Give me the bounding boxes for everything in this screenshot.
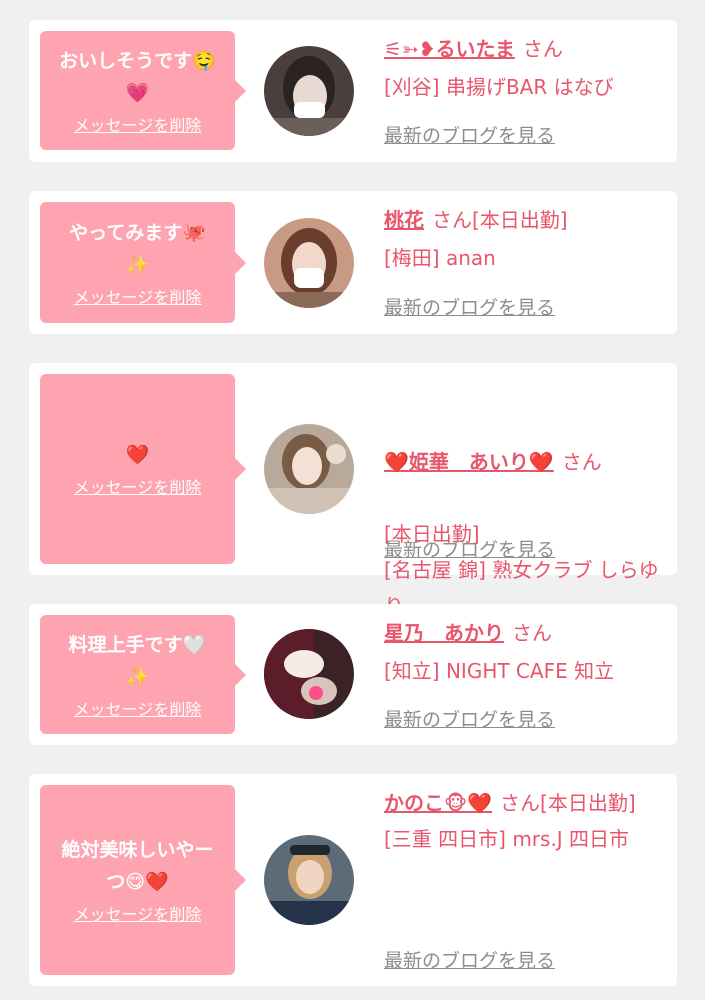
message-bubble: 料理上手です🤍 ✨ メッセージを削除: [40, 615, 246, 734]
sender-name-link[interactable]: かのこ🐵❤️: [384, 791, 492, 815]
message-text: やってみます🐙 ✨: [69, 221, 206, 276]
sender-name-line: ⚟➳❥るいたま さん: [384, 31, 669, 67]
message-text: 絶対美味しいやーつ😋❤️: [61, 839, 214, 893]
latest-blog-link[interactable]: 最新のブログを見る: [384, 535, 555, 562]
sender-name-line: 桃花 さん[本日出勤]: [384, 202, 669, 238]
store-info: [三重 四日市] mrs.J 四日市: [384, 827, 630, 851]
delete-message-link[interactable]: メッセージを削除: [74, 477, 202, 499]
delete-message-link[interactable]: メッセージを削除: [74, 699, 202, 721]
message-bubble: 絶対美味しいやーつ😋❤️ メッセージを削除: [40, 785, 246, 975]
sender-name-suffix: さん[本日出勤]: [500, 791, 636, 815]
avatar[interactable]: [264, 424, 354, 514]
sender-name-link[interactable]: 星乃 あかり: [384, 621, 504, 645]
message-card: 絶対美味しいやーつ😋❤️ メッセージを削除 かのこ🐵❤️ さん[本日出勤] [三重…: [29, 774, 677, 986]
latest-blog-link[interactable]: 最新のブログを見る: [384, 121, 555, 148]
message-bubble: ❤️ メッセージを削除: [40, 374, 246, 564]
sender-name-link[interactable]: ⚟➳❥るいたま: [384, 37, 515, 61]
sender-info: 桃花 さん[本日出勤] [梅田] anan: [384, 202, 669, 276]
store-info: [梅田] anan: [384, 246, 496, 270]
delete-message-link[interactable]: メッセージを削除: [74, 904, 202, 926]
sender-info: 星乃 あかり さん [知立] NIGHT CAFE 知立: [384, 615, 669, 689]
avatar[interactable]: [264, 46, 354, 136]
avatar[interactable]: [264, 629, 354, 719]
delete-message-link[interactable]: メッセージを削除: [74, 287, 202, 309]
message-card: ❤️ メッセージを削除 ❤️姫華 あいり❤️ さん [本日出勤] [名古屋 錦] …: [29, 363, 677, 618]
sender-info: ⚟➳❥るいたま さん [刈谷] 串揚げBAR はなび: [384, 31, 669, 105]
sender-name-link[interactable]: 桃花: [384, 208, 424, 232]
sender-name-line: かのこ🐵❤️ さん[本日出勤]: [384, 785, 669, 821]
sender-name-line: 星乃 あかり さん: [384, 615, 669, 651]
sender-info: かのこ🐵❤️ さん[本日出勤] [三重 四日市] mrs.J 四日市: [384, 785, 669, 857]
sender-name-suffix: さん[本日出勤]: [432, 208, 568, 232]
sender-name-suffix: さん: [522, 37, 563, 61]
sender-name-suffix: さん: [561, 450, 602, 474]
latest-blog-link[interactable]: 最新のブログを見る: [384, 705, 555, 732]
delete-message-link[interactable]: メッセージを削除: [74, 115, 202, 137]
store-info: [刈谷] 串揚げBAR はなび: [384, 75, 614, 99]
message-text: おいしそうです🤤 💗: [59, 49, 216, 104]
sender-name-link[interactable]: ❤️姫華 あいり❤️: [384, 450, 554, 474]
sender-name-suffix: さん: [512, 621, 552, 645]
message-card: おいしそうです🤤 💗 メッセージを削除 ⚟➳❥るいたま さん [刈谷] 串揚げBA…: [29, 20, 677, 162]
message-card: やってみます🐙 ✨ メッセージを削除 桃花 さん[本日出勤] [梅田] anan …: [29, 191, 677, 334]
message-bubble: やってみます🐙 ✨ メッセージを削除: [40, 202, 246, 323]
message-card: 料理上手です🤍 ✨ メッセージを削除 星乃 あかり さん [知立] NIGHT C…: [29, 604, 677, 745]
latest-blog-link[interactable]: 最新のブログを見る: [384, 293, 555, 320]
avatar[interactable]: [264, 218, 354, 308]
avatar[interactable]: [264, 835, 354, 925]
store-info: [知立] NIGHT CAFE 知立: [384, 659, 615, 683]
sender-name-line: ❤️姫華 あいり❤️ さん: [384, 408, 669, 480]
message-bubble: おいしそうです🤤 💗 メッセージを削除: [40, 31, 246, 150]
message-text: 料理上手です🤍 ✨: [68, 633, 207, 688]
message-text: ❤️: [125, 444, 150, 466]
latest-blog-link[interactable]: 最新のブログを見る: [384, 946, 555, 973]
